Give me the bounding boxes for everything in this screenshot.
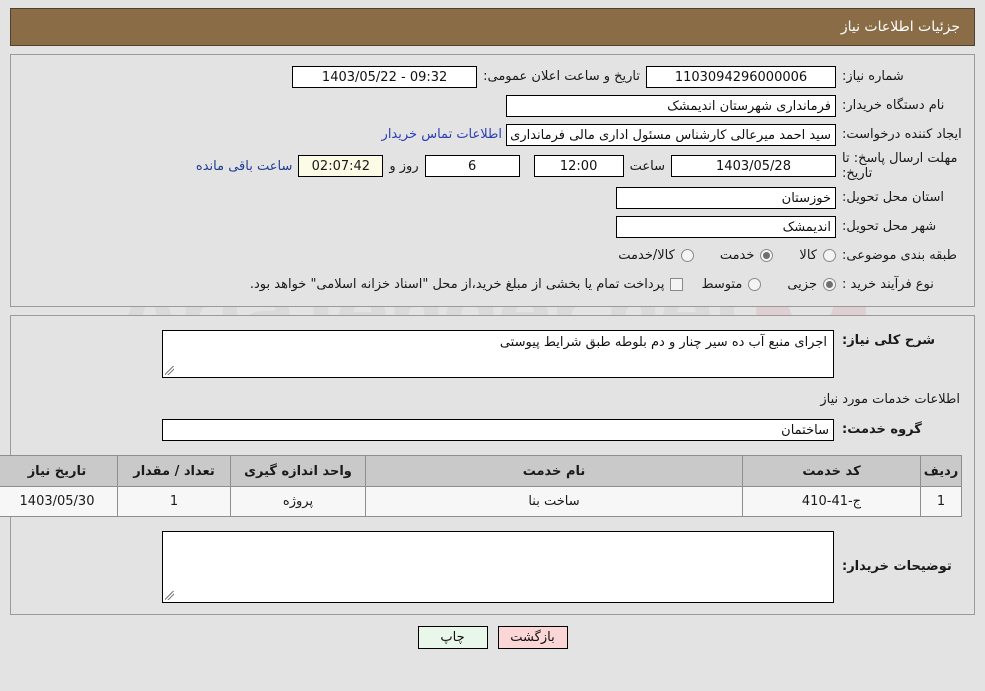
need-detail-panel: شرح کلی نیاز: اجرای منبع آب ده سیر چنار …: [0, 315, 975, 615]
page-title: جزئیات اطلاعات نیاز: [840, 19, 960, 35]
process-option-minor-label: جزیی: [787, 277, 817, 292]
page-title-bar: جزئیات اطلاعات نیاز: [10, 8, 975, 46]
process-label: نوع فرآیند خرید :: [842, 277, 934, 292]
service-group-value: ساختمان: [162, 419, 834, 441]
category-label: طبقه بندی موضوعی:: [842, 248, 958, 263]
city-value: اندیمشک: [616, 215, 836, 238]
need-description-textarea[interactable]: اجرای منبع آب ده سیر چنار و دم بلوطه طبق…: [162, 330, 834, 378]
process-radio-group: جزیی متوسط: [701, 277, 836, 292]
row-purchase-process: نوع فرآیند خرید : جزیی متوسط پرداخت تمام…: [23, 272, 962, 297]
row-buyer-notes: توضیحات خریدار:: [23, 531, 962, 603]
cell-unit: پروژه: [230, 486, 366, 517]
category-option-service-label: خدمت: [719, 248, 755, 263]
cell-need-date: 1403/05/30: [0, 486, 118, 517]
table-header-row: ردیف کد خدمت نام خدمت واحد اندازه گیری ت…: [0, 455, 962, 487]
deadline-label: مهلت ارسال پاسخ: تا تاریخ:: [842, 151, 958, 181]
radio-icon-medium[interactable]: [748, 278, 762, 291]
row-delivery-city: شهر محل تحویل: اندیمشک: [23, 214, 962, 239]
creator-value: سید احمد میرعالی کارشناس مسئول اداری مال…: [506, 123, 836, 146]
remaining-countdown-timer: 02:07:42: [298, 155, 384, 177]
col-header-need-date: تاریخ نیاز: [0, 455, 118, 487]
process-option-medium[interactable]: متوسط: [701, 277, 762, 292]
public-announce-value: 09:32 - 1403/05/22: [292, 65, 478, 88]
radio-icon-service[interactable]: [760, 249, 774, 262]
radio-icon-goods[interactable]: [823, 249, 836, 262]
row-delivery-province: استان محل تحویل: خوزستان: [23, 185, 962, 210]
deadline-hour-label: ساعت: [629, 158, 665, 174]
row-service-group: گروه خدمت: ساختمان: [23, 419, 962, 441]
col-header-quantity: تعداد / مقدار: [117, 455, 231, 487]
treasury-bond-note: پرداخت تمام یا بخشی از مبلغ خرید،از محل …: [249, 277, 665, 292]
table-row: 1 ج-41-410 ساخت بنا پروژه 1 1403/05/30: [0, 486, 962, 517]
category-option-goods-service-label: کالا/خدمت: [618, 248, 675, 263]
deadline-time-value: 12:00: [533, 155, 624, 177]
buyer-org-value: فرمانداری شهرستان اندیمشک: [506, 94, 836, 117]
creator-label: ایجاد کننده درخواست:: [842, 127, 962, 142]
category-radio-group: کالا خدمت کالا/خدمت: [618, 248, 836, 263]
row-response-deadline: مهلت ارسال پاسخ: تا تاریخ: 1403/05/28 سا…: [23, 151, 962, 181]
service-group-label: گروه خدمت:: [842, 422, 922, 437]
cell-quantity: 1: [117, 486, 231, 517]
process-option-minor[interactable]: جزیی: [787, 277, 836, 292]
category-option-goods-label: کالا: [799, 248, 817, 263]
public-announce-label: تاریخ و ساعت اعلان عمومی:: [483, 69, 640, 84]
cell-service-code: ج-41-410: [742, 486, 921, 517]
need-desc-label: شرح کلی نیاز:: [842, 333, 936, 348]
row-subject-category: طبقه بندی موضوعی: کالا خدمت کالا/خدمت: [23, 243, 962, 268]
services-section-title: اطلاعات خدمات مورد نیاز: [820, 392, 960, 407]
col-header-unit: واحد اندازه گیری: [230, 455, 366, 487]
process-option-medium-label: متوسط: [701, 277, 743, 292]
row-need-number: شماره نیاز: 1103094296000006 تاریخ و ساع…: [23, 64, 962, 89]
buyer-notes-textarea[interactable]: [162, 531, 834, 603]
category-option-goods-service[interactable]: کالا/خدمت: [618, 248, 694, 263]
need-number-label: شماره نیاز:: [842, 69, 904, 84]
category-option-service[interactable]: خدمت: [720, 248, 774, 263]
col-header-service-code: کد خدمت: [742, 455, 921, 487]
cell-service-name: ساخت بنا: [365, 486, 743, 517]
radio-icon-goods-service[interactable]: [680, 249, 694, 262]
col-header-radif: ردیف: [920, 455, 962, 487]
row-need-description: شرح کلی نیاز: اجرای منبع آب ده سیر چنار …: [23, 330, 962, 378]
cell-radif: 1: [920, 486, 962, 517]
city-label: شهر محل تحویل:: [842, 219, 937, 234]
category-option-goods[interactable]: کالا: [799, 248, 836, 263]
province-label: استان محل تحویل:: [842, 190, 944, 205]
print-button[interactable]: چاپ: [417, 626, 488, 649]
footer-button-bar: بازگشت چاپ: [10, 626, 975, 649]
remaining-days-value: 6: [424, 155, 520, 177]
buyer-contact-link[interactable]: اطلاعات تماس خریدار: [382, 127, 506, 142]
need-number-value: 1103094296000006: [646, 65, 836, 88]
remaining-days-suffix: روز و: [389, 158, 419, 174]
buyer-org-label: نام دستگاه خریدار:: [842, 98, 945, 113]
radio-icon-minor[interactable]: [823, 278, 836, 291]
back-button[interactable]: بازگشت: [497, 626, 568, 649]
col-header-service-name: نام خدمت: [365, 455, 743, 487]
services-table: ردیف کد خدمت نام خدمت واحد اندازه گیری ت…: [0, 455, 962, 517]
deadline-date-value: 1403/05/28: [671, 155, 836, 177]
row-request-creator: ایجاد کننده درخواست: سید احمد میرعالی کا…: [23, 122, 962, 147]
row-buyer-organization: نام دستگاه خریدار: فرمانداری شهرستان اند…: [23, 93, 962, 118]
treasury-bond-checkbox[interactable]: [670, 278, 684, 291]
need-summary-panel: شماره نیاز: 1103094296000006 تاریخ و ساع…: [10, 54, 975, 307]
buyer-notes-label: توضیحات خریدار:: [842, 559, 952, 574]
province-value: خوزستان: [616, 186, 836, 209]
remaining-suffix-label: ساعت باقی مانده: [195, 158, 293, 174]
